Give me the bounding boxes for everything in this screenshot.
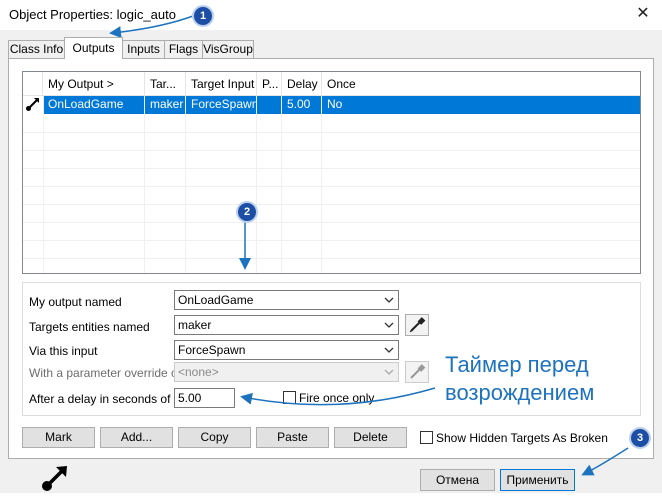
tab-label: Outputs — [72, 41, 115, 55]
step-badge-1: 1 — [192, 5, 214, 27]
annotation-note-line2: возрождением — [445, 380, 595, 405]
step-badge-3: 3 — [629, 427, 651, 449]
arrow-to-outputs-tab — [109, 15, 194, 39]
arrow-to-delay-field — [240, 387, 436, 406]
annotation-note-line1: Таймер перед — [445, 352, 589, 377]
annotation-arrows — [109, 15, 629, 476]
tab-outputs[interactable]: Outputs — [64, 37, 123, 59]
step-badge-2: 2 — [236, 201, 258, 223]
arrow-to-apply-button — [581, 447, 629, 476]
